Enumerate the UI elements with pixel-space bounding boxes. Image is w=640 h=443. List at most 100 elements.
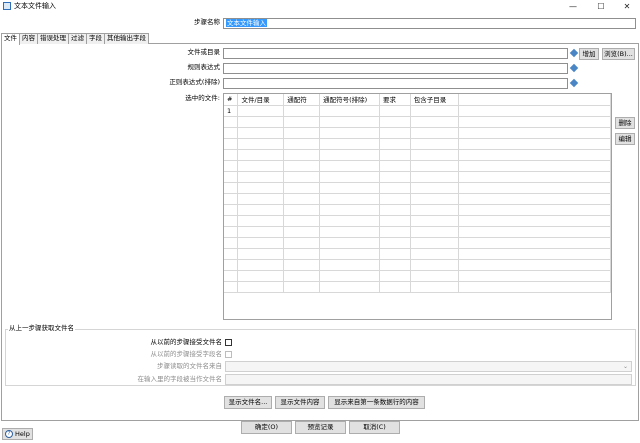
empty-cell	[237, 160, 285, 172]
browse-button[interactable]: 浏览(B)...	[602, 48, 635, 60]
regex-exclude-input[interactable]	[223, 78, 568, 89]
empty-cell	[458, 215, 611, 227]
empty-cell	[319, 259, 380, 271]
empty-cell	[458, 127, 611, 139]
empty-cell	[458, 116, 611, 128]
table-cell[interactable]	[319, 105, 380, 117]
tab-content[interactable]: 内容	[19, 33, 38, 44]
empty-cell	[283, 226, 321, 238]
empty-table-row	[224, 127, 611, 139]
empty-cell	[379, 182, 411, 194]
empty-cell	[410, 127, 459, 139]
column-header-wildcard[interactable]: 通配符	[283, 94, 321, 106]
edit-button[interactable]: 编辑	[615, 133, 635, 145]
empty-cell	[237, 182, 285, 194]
tab-filter[interactable]: 过滤	[68, 33, 87, 44]
empty-cell	[283, 138, 321, 150]
empty-cell	[283, 259, 321, 271]
empty-cell	[410, 248, 459, 260]
empty-cell	[410, 193, 459, 205]
empty-cell	[237, 116, 285, 128]
empty-cell	[319, 204, 380, 216]
table-cell[interactable]	[410, 105, 459, 117]
empty-cell	[379, 138, 411, 150]
empty-cell	[319, 160, 380, 172]
add-button[interactable]: 增加	[579, 48, 599, 60]
empty-cell	[224, 259, 239, 271]
step-source-combo[interactable]: ⌄	[225, 361, 632, 372]
empty-cell	[237, 237, 285, 249]
table-cell[interactable]	[379, 105, 411, 117]
empty-table-row	[224, 116, 611, 128]
empty-cell	[458, 193, 611, 205]
empty-cell	[379, 116, 411, 128]
minimize-icon[interactable]: —	[560, 0, 586, 12]
help-button[interactable]: ? Help	[2, 428, 33, 440]
empty-cell	[283, 171, 321, 183]
empty-cell	[283, 116, 321, 128]
selected-files-table[interactable]: # 文件/目录 通配符 通配符号(排除) 要求 包含子目录 1	[223, 93, 612, 320]
empty-table-row	[224, 215, 611, 227]
column-header-file-dir[interactable]: 文件/目录	[237, 94, 285, 106]
column-header-wildcard-exclude[interactable]: 通配符号(排除)	[319, 94, 380, 106]
empty-table-row	[224, 182, 611, 194]
show-file-content-button[interactable]: 显示文件内容	[275, 396, 325, 409]
regex-label: 规则表达式	[187, 63, 221, 71]
empty-cell	[237, 138, 285, 150]
empty-table-row	[224, 171, 611, 183]
close-icon[interactable]: ✕	[614, 0, 640, 12]
column-header-include-subfolders[interactable]: 包含子目录	[410, 94, 459, 106]
empty-table-row	[224, 138, 611, 150]
step-source-label: 步骤读取的文件名来自	[157, 362, 222, 370]
preview-button[interactable]: 预览记录	[295, 421, 346, 434]
column-header-index[interactable]: #	[224, 94, 239, 106]
accept-step-checkbox[interactable]	[225, 351, 232, 358]
row-index: 1	[224, 105, 239, 117]
table-cell[interactable]	[237, 105, 285, 117]
step-name-value: 文本文件输入	[226, 19, 267, 27]
empty-cell	[458, 149, 611, 161]
tab-other-output-fields[interactable]: 其他输出字段	[104, 33, 149, 44]
step-name-input[interactable]: 文本文件输入	[223, 18, 636, 29]
delete-button[interactable]: 删除	[615, 117, 635, 129]
empty-cell	[410, 237, 459, 249]
empty-table-row	[224, 259, 611, 271]
empty-cell	[283, 182, 321, 194]
empty-cell	[458, 171, 611, 183]
empty-cell	[458, 182, 611, 194]
show-first-row-content-button[interactable]: 显示来自第一条数据行的内容	[328, 396, 425, 409]
file-or-dir-input[interactable]	[223, 48, 568, 59]
tab-bar: 文件 内容 错误处理 过滤 字段 其他输出字段	[1, 33, 149, 45]
empty-cell	[283, 270, 321, 282]
accept-step-label: 从以前的步骤接受字段名	[150, 350, 223, 358]
ok-button[interactable]: 确定(O)	[241, 421, 292, 434]
empty-cell	[237, 281, 285, 293]
tab-file[interactable]: 文件	[1, 33, 20, 45]
empty-cell	[458, 138, 611, 150]
regex-input[interactable]	[223, 63, 568, 74]
show-filenames-button[interactable]: 显示文件名...	[224, 396, 272, 409]
empty-cell	[458, 204, 611, 216]
empty-cell	[224, 281, 239, 293]
empty-cell	[379, 270, 411, 282]
tab-fields[interactable]: 字段	[86, 33, 105, 44]
column-header-required[interactable]: 要求	[379, 94, 411, 106]
empty-cell	[224, 248, 239, 260]
table-cell[interactable]	[283, 105, 321, 117]
empty-cell	[458, 248, 611, 260]
empty-cell	[319, 281, 380, 293]
empty-cell	[379, 171, 411, 183]
empty-table-row	[224, 160, 611, 172]
empty-cell	[283, 160, 321, 172]
empty-cell	[379, 259, 411, 271]
tab-error-handling[interactable]: 错误处理	[37, 33, 69, 44]
cancel-button[interactable]: 取消(C)	[349, 421, 400, 434]
accept-filenames-checkbox[interactable]	[225, 339, 232, 346]
table-row[interactable]: 1	[224, 105, 611, 117]
empty-cell	[410, 270, 459, 282]
empty-cell	[224, 215, 239, 227]
empty-cell	[237, 204, 285, 216]
maximize-icon[interactable]: ☐	[588, 0, 614, 12]
empty-cell	[283, 204, 321, 216]
field-as-filename-input[interactable]	[225, 374, 632, 385]
